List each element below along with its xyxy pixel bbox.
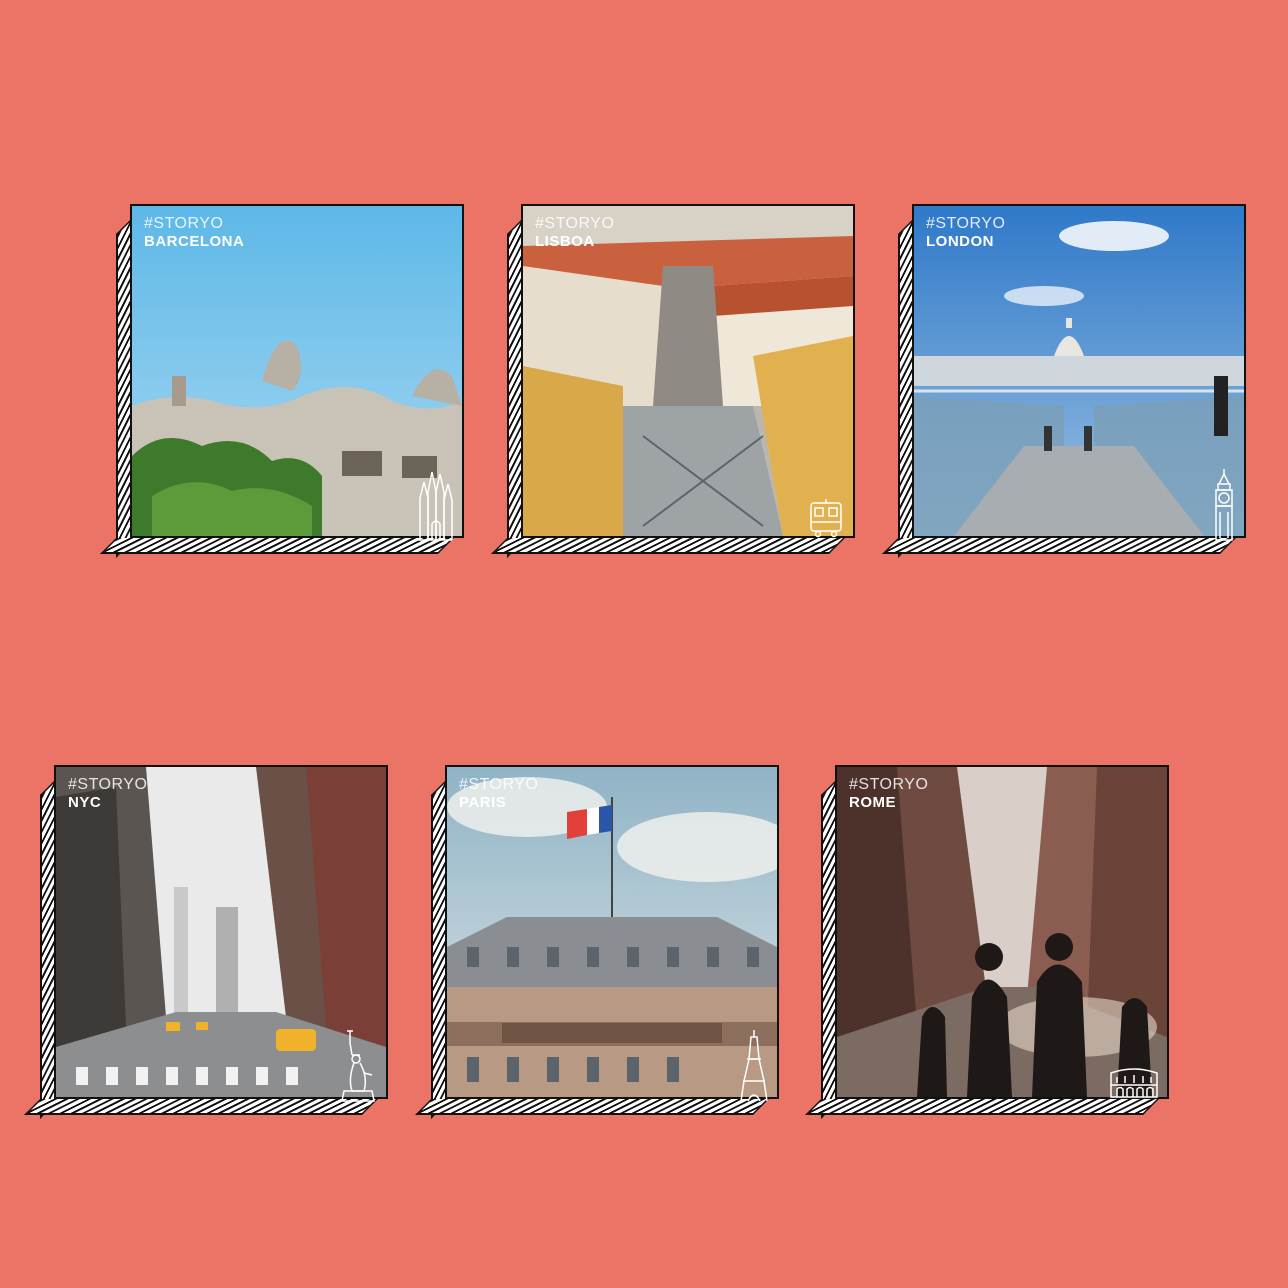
city-label: LISBOA — [535, 233, 595, 250]
hashtag-label: #STORYO — [459, 776, 539, 793]
city-label: NYC — [68, 794, 102, 811]
card-bottom-hatch — [491, 538, 845, 554]
card-bottom-hatch — [100, 538, 454, 554]
hashtag-label: #STORYO — [68, 776, 148, 793]
caption: #STORYO ROME — [849, 776, 929, 811]
sagrada-familia-icon — [416, 468, 454, 542]
card-lisboa[interactable]: #STORYO LISBOA — [491, 204, 855, 558]
card-nyc[interactable]: #STORYO NYC — [24, 765, 388, 1119]
photo-london — [912, 204, 1246, 538]
caption: #STORYO LONDON — [926, 215, 1006, 250]
card-bottom-hatch — [882, 538, 1236, 554]
photo-lisboa — [521, 204, 855, 538]
hashtag-label: #STORYO — [849, 776, 929, 793]
big-ben-icon — [1212, 468, 1236, 542]
city-label: ROME — [849, 794, 896, 811]
eiffel-tower-icon — [739, 1029, 769, 1103]
card-barcelona[interactable]: #STORYO BARCELONA — [100, 204, 464, 558]
card-london[interactable]: #STORYO LONDON — [882, 204, 1246, 558]
statue-of-liberty-icon — [338, 1029, 378, 1103]
card-bottom-hatch — [24, 1099, 378, 1115]
caption: #STORYO LISBOA — [535, 215, 615, 250]
colosseum-icon — [1109, 1065, 1159, 1099]
caption: #STORYO NYC — [68, 776, 148, 811]
hashtag-label: #STORYO — [144, 215, 224, 232]
card-bottom-hatch — [415, 1099, 769, 1115]
city-label: LONDON — [926, 233, 994, 250]
city-label: PARIS — [459, 794, 507, 811]
hashtag-label: #STORYO — [926, 215, 1006, 232]
hashtag-label: #STORYO — [535, 215, 615, 232]
photo-rome — [835, 765, 1169, 1099]
card-bottom-hatch — [805, 1099, 1159, 1115]
photo-barcelona — [130, 204, 464, 538]
caption: #STORYO PARIS — [459, 776, 539, 811]
card-paris[interactable]: #STORYO PARIS — [415, 765, 779, 1119]
photo-paris — [445, 765, 779, 1099]
caption: #STORYO BARCELONA — [144, 215, 245, 250]
tram-icon — [807, 498, 845, 538]
city-label: BARCELONA — [144, 233, 245, 250]
card-rome[interactable]: #STORYO ROME — [805, 765, 1169, 1119]
